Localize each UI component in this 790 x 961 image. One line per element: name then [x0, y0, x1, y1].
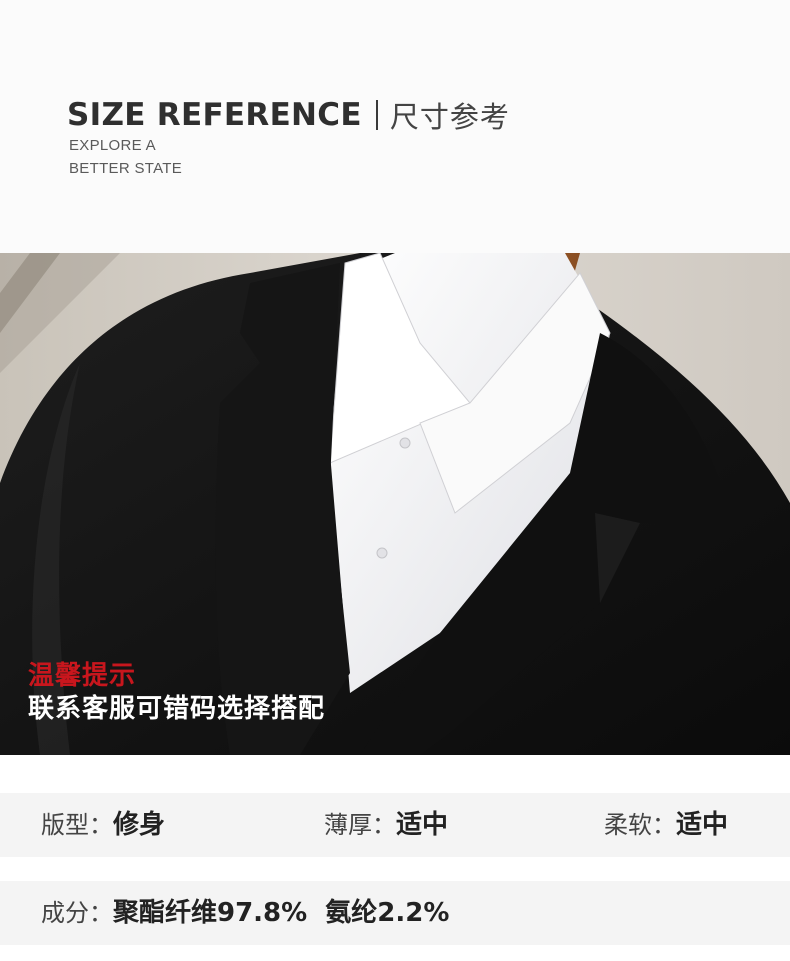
- spec-composition: 成分：聚酯纤维97.8% 氨纶2.2%: [41, 881, 449, 945]
- spec-thickness: 薄厚：适中: [324, 793, 448, 857]
- spec-thickness-value: 适中: [396, 810, 449, 840]
- subtitle-line-1: EXPLORE A: [69, 137, 156, 154]
- spec-fit-label: 版型：: [41, 811, 113, 839]
- spec-softness-value: 适中: [676, 810, 729, 840]
- spec-bar-attributes: 版型：修身 薄厚：适中 柔软：适中: [0, 793, 790, 857]
- section-title: SIZE REFERENCE 尺寸参考: [67, 94, 510, 136]
- spec-thickness-label: 薄厚：: [324, 811, 396, 839]
- spec-softness-label: 柔软：: [604, 811, 676, 839]
- spec-composition-label: 成分：: [41, 899, 113, 927]
- tip-text: 联系客服可错码选择搭配: [28, 694, 326, 724]
- spec-composition-value: 聚酯纤维97.8% 氨纶2.2%: [113, 898, 450, 928]
- size-reference-header: SIZE REFERENCE 尺寸参考 EXPLORE A BETTER STA…: [0, 0, 790, 253]
- button-icon: [399, 437, 411, 449]
- button-icon: [376, 547, 388, 559]
- tip-title: 温馨提示: [28, 661, 137, 691]
- spec-bar-composition: 成分：聚酯纤维97.8% 氨纶2.2%: [0, 881, 790, 945]
- title-divider: [375, 100, 378, 130]
- subtitle-line-2: BETTER STATE: [69, 160, 183, 177]
- spec-fit: 版型：修身: [41, 793, 165, 857]
- spec-fit-value: 修身: [113, 810, 166, 840]
- spec-softness: 柔软：适中: [604, 793, 728, 857]
- title-english: SIZE REFERENCE: [67, 97, 362, 133]
- title-chinese: 尺寸参考: [389, 100, 510, 134]
